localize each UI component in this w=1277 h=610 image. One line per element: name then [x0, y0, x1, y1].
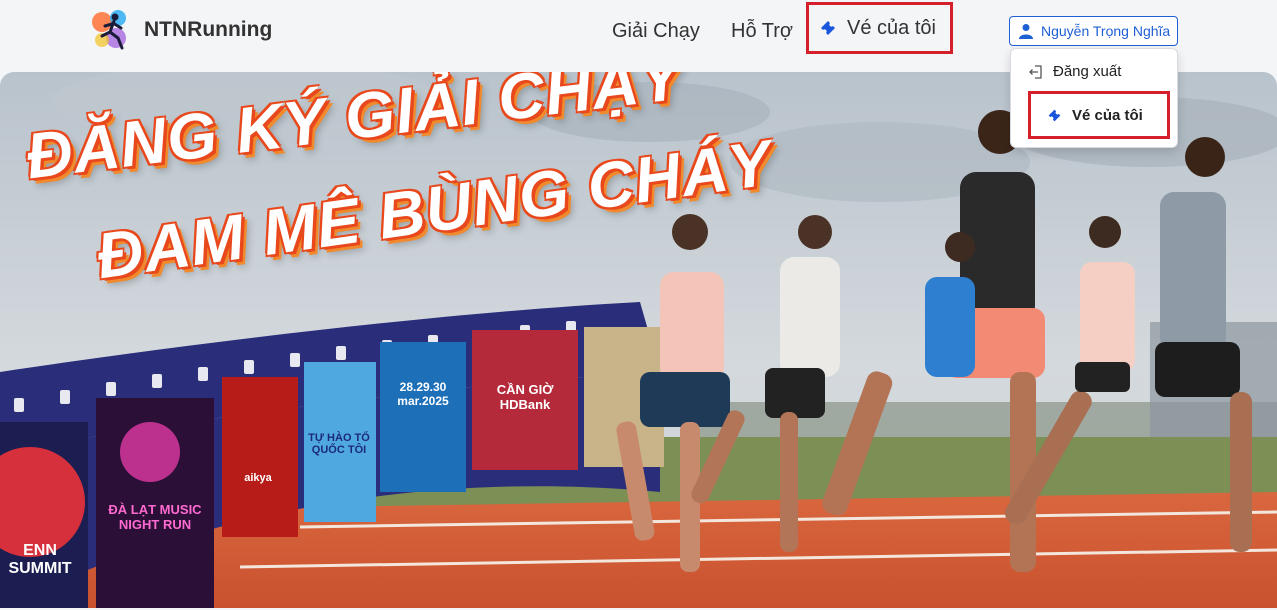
user-menu-button[interactable]: Nguyễn Trọng Nghĩa [1009, 16, 1178, 46]
poster-label: CẦN GIỜ HDBank [496, 382, 554, 412]
ticket-icon [1048, 109, 1061, 121]
poster-label: aikya [244, 472, 272, 484]
nav-link-my-tickets[interactable]: Vé của tôi [806, 2, 953, 54]
poster-label: ENN SUMMIT [8, 542, 72, 577]
logout-icon [1029, 64, 1042, 79]
brand-home-link[interactable]: NTNRunning [88, 8, 272, 52]
poster-label: ĐÀ LẠT MUSIC NIGHT RUN [108, 502, 202, 532]
ticket-icon [821, 21, 835, 35]
dropdown-item-my-tickets-label: Vé của tôi [1072, 106, 1143, 124]
user-name: Nguyễn Trọng Nghĩa [1041, 23, 1171, 39]
user-dropdown-menu: Đăng xuất Vé của tôi [1010, 48, 1178, 148]
hero-banner[interactable]: ĐĂNG KÝ GIẢI CHẠY ĐAM MÊ BÙNG CHÁY ENN S… [0, 72, 1277, 608]
poster-label: 28.29.30 mar.2025 [397, 380, 449, 408]
brand-name: NTNRunning [144, 18, 273, 41]
nav-link-support[interactable]: Hỗ Trợ [731, 20, 793, 43]
nav-link-my-tickets-label: Vé của tôi [847, 16, 936, 39]
dropdown-item-my-tickets[interactable]: Vé của tôi [1028, 91, 1170, 139]
user-icon [1019, 24, 1033, 39]
dropdown-item-logout[interactable]: Đăng xuất [1029, 63, 1121, 80]
nav-link-races[interactable]: Giải Chạy [612, 20, 700, 43]
runner-logo-icon [92, 10, 126, 50]
poster-label: TỰ HÀO TỔ QUỐC TÔI [308, 432, 370, 456]
dropdown-item-logout-label: Đăng xuất [1053, 63, 1122, 80]
